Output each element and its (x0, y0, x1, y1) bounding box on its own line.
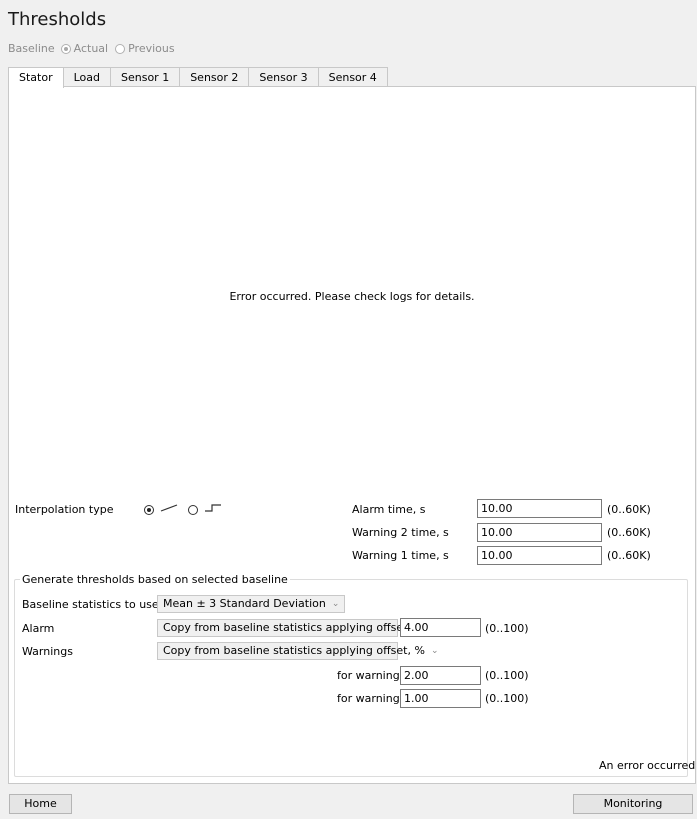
warning1-time-range: (0..60K) (607, 549, 651, 562)
alarm-time-label: Alarm time, s (352, 503, 426, 516)
warning2-time-input[interactable]: 10.00 (477, 523, 602, 542)
tab-stator[interactable]: Stator (8, 67, 64, 88)
warning1-offset-range: (0..100) (485, 692, 529, 705)
linear-line-icon (160, 503, 178, 516)
status-message: An error occurred (599, 759, 696, 772)
warning1-time-label: Warning 1 time, s (352, 549, 449, 562)
warnings-mode-value: Copy from baseline statistics applying o… (163, 644, 425, 657)
alarm-offset-range: (0..100) (485, 622, 529, 635)
baseline-previous-radio[interactable] (115, 43, 126, 54)
home-button[interactable]: Home (9, 794, 72, 814)
baseline-stats-select[interactable]: Mean ± 3 Standard Deviation ⌄ (157, 595, 346, 613)
chevron-down-icon: ⌄ (430, 646, 439, 656)
warnings-label: Warnings (22, 645, 73, 658)
alarm-mode-select[interactable]: Copy from baseline statistics applying o… (157, 619, 438, 637)
alarm-mode-value: Copy from baseline statistics applying o… (163, 621, 425, 634)
page-title: Thresholds (8, 9, 107, 30)
alarm-label: Alarm (22, 622, 55, 635)
interpolation-label: Interpolation type (15, 503, 114, 516)
interpolation-options (144, 503, 222, 516)
tab-sensor-4[interactable]: Sensor 4 (317, 67, 388, 87)
baseline-actual-radio[interactable] (60, 43, 71, 54)
baseline-label: Baseline (8, 42, 55, 55)
baseline-selector: Baseline Actual Previous (8, 42, 175, 55)
interpolation-linear-radio[interactable] (144, 504, 154, 515)
generate-thresholds-title: Generate thresholds based on selected ba… (20, 572, 290, 588)
baseline-actual-label: Actual (73, 42, 109, 55)
interpolation-step-radio[interactable] (188, 504, 198, 515)
warnings-mode-select[interactable]: Copy from baseline statistics applying o… (157, 642, 438, 660)
baseline-stats-value: Mean ± 3 Standard Deviation (163, 597, 326, 610)
alarm-time-input[interactable]: 10.00 (477, 499, 602, 518)
warning1-time-input[interactable]: 10.00 (477, 546, 602, 565)
warning2-offset-input[interactable]: 2.00 (400, 666, 481, 685)
tab-load[interactable]: Load (62, 67, 111, 87)
tab-sensor-1[interactable]: Sensor 1 (110, 67, 181, 87)
tab-sensor-3[interactable]: Sensor 3 (248, 67, 319, 87)
chevron-down-icon: ⌄ (331, 599, 340, 609)
step-line-icon (204, 503, 222, 516)
warning2-time-label: Warning 2 time, s (352, 526, 449, 539)
warning2-time-range: (0..60K) (607, 526, 651, 539)
chart-error-message: Error occurred. Please check logs for de… (229, 290, 475, 303)
warning2-offset-range: (0..100) (485, 669, 529, 682)
alarm-time-range: (0..60K) (607, 503, 651, 516)
warning1-offset-input[interactable]: 1.00 (400, 689, 481, 708)
baseline-stats-label: Baseline statistics to use (22, 598, 159, 611)
tab-sensor-2[interactable]: Sensor 2 (179, 67, 250, 87)
baseline-previous-label: Previous (128, 42, 175, 55)
monitoring-button[interactable]: Monitoring (573, 794, 693, 814)
alarm-offset-input[interactable]: 4.00 (400, 618, 481, 637)
tab-bar: Stator Load Sensor 1 Sensor 2 Sensor 3 S… (8, 67, 388, 88)
